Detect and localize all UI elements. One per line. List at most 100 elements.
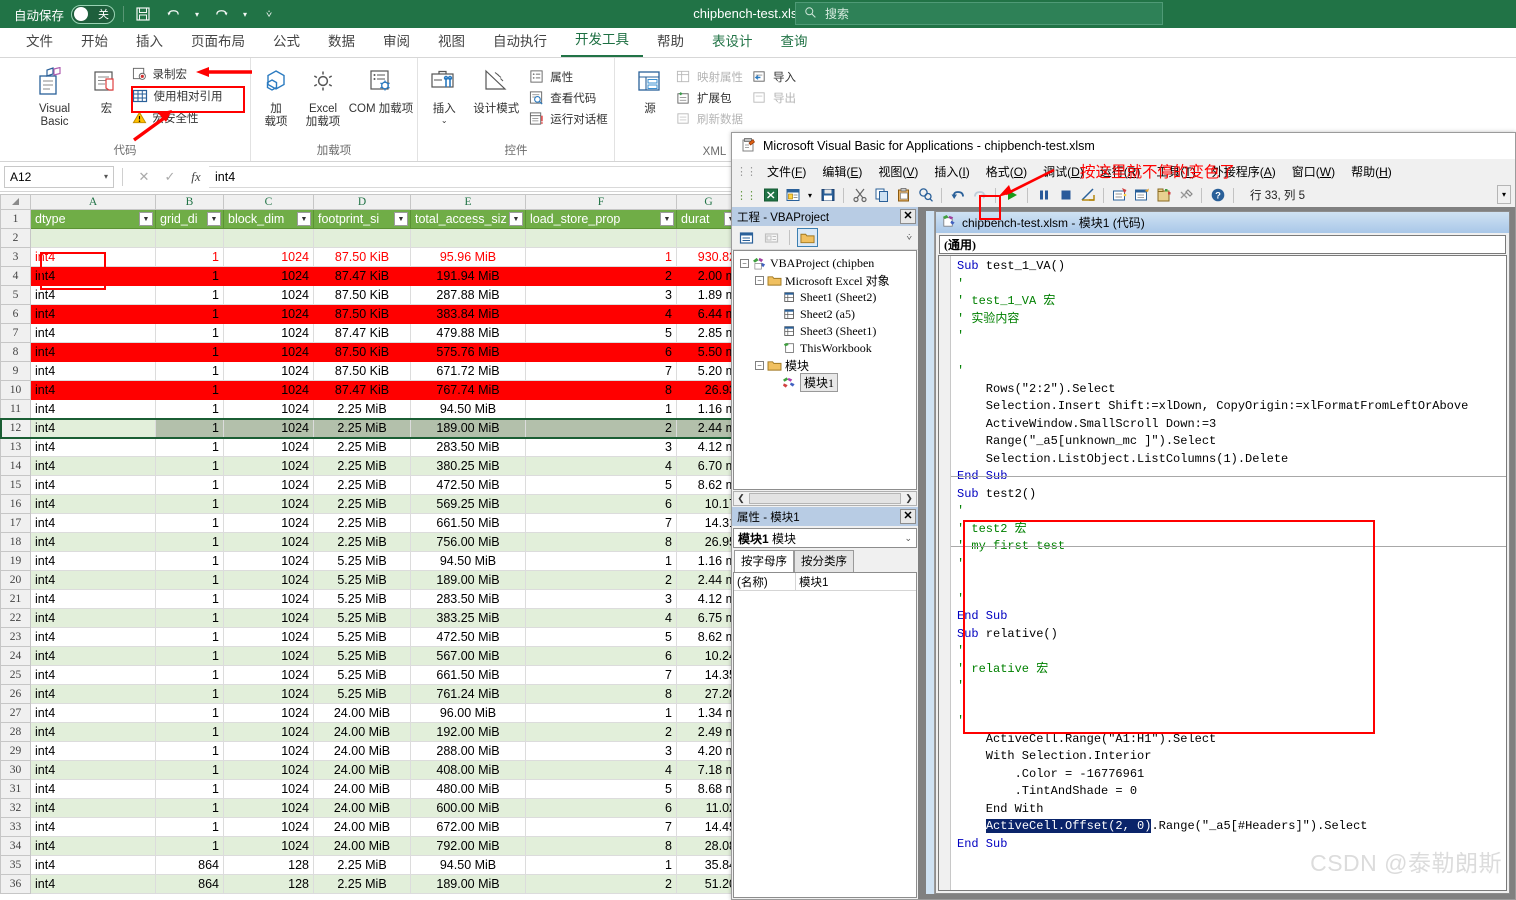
row-header-21[interactable]: 21 (0, 589, 31, 609)
table-row[interactable]: 17 int4 1 1024 2.25 MiB 661.50 MiB 7 14.31 (0, 513, 741, 533)
copy-icon[interactable] (872, 186, 891, 205)
cell[interactable]: 1 (155, 342, 224, 362)
table-row[interactable]: 34 int4 1 1024 24.00 MiB 792.00 MiB 8 28.08 (0, 836, 741, 856)
cell[interactable]: 1024 (223, 779, 314, 799)
cell[interactable] (410, 228, 526, 248)
cell[interactable]: int4 (30, 836, 156, 856)
cell[interactable]: 5 (525, 475, 677, 495)
filter-dropdown-icon[interactable]: ▼ (297, 212, 311, 226)
row-header-32[interactable]: 32 (0, 798, 31, 818)
cell[interactable]: 189.00 MiB (410, 874, 526, 894)
cell[interactable]: int4 (30, 437, 156, 457)
row-header-13[interactable]: 13 (0, 437, 31, 457)
name-box[interactable]: A12 ▾ (4, 165, 114, 188)
row-header-3[interactable]: 3 (0, 247, 31, 267)
cell[interactable]: 87.50 KiB (313, 247, 411, 267)
cell[interactable]: 1024 (223, 342, 314, 362)
cell[interactable]: 1024 (223, 532, 314, 552)
select-all-corner[interactable] (0, 194, 31, 210)
cell[interactable]: 287.88 MiB (410, 285, 526, 305)
project-tree-item-1[interactable]: − Microsoft Excel 对象 (736, 272, 914, 289)
save-icon[interactable] (818, 186, 837, 205)
cell[interactable]: 2.25 MiB (313, 418, 411, 438)
cell[interactable]: 5.25 MiB (313, 684, 411, 704)
save-icon[interactable] (132, 3, 154, 25)
cell[interactable]: int4 (30, 684, 156, 704)
row-header-16[interactable]: 16 (0, 494, 31, 514)
view-excel-icon[interactable] (761, 186, 780, 205)
table-row[interactable]: 32 int4 1 1024 24.00 MiB 600.00 MiB 6 11.02 (0, 798, 741, 818)
cell[interactable]: 87.47 KiB (313, 323, 411, 343)
autosave-switch[interactable]: 关 (71, 4, 116, 24)
cell[interactable]: int4 (30, 627, 156, 647)
row-header-15[interactable]: 15 (0, 475, 31, 495)
ribbon-tab-8[interactable]: 自动执行 (479, 26, 561, 57)
cell[interactable]: int4 (30, 589, 156, 609)
cell[interactable]: int4 (30, 703, 156, 723)
addins-button[interactable]: 加 载项 (254, 62, 298, 129)
cell[interactable]: 2.25 MiB (313, 399, 411, 419)
undo-icon[interactable] (948, 186, 967, 205)
row-header-7[interactable]: 7 (0, 323, 31, 343)
cell[interactable]: load_store_prop ▼ (525, 209, 677, 229)
cell[interactable]: 1 (155, 627, 224, 647)
cell[interactable]: 1 (525, 247, 677, 267)
table-row[interactable]: 9 int4 1 1024 87.50 KiB 671.72 MiB 7 5.20 m (0, 361, 741, 381)
cell[interactable]: 96.00 MiB (410, 703, 526, 723)
cell[interactable]: 767.74 MiB (410, 380, 526, 400)
cell[interactable]: 1 (155, 836, 224, 856)
confirm-icon[interactable]: ✓ (157, 169, 183, 185)
macro-button[interactable]: 宏 (88, 62, 126, 116)
ribbon-tab-5[interactable]: 数据 (314, 26, 369, 57)
cell[interactable]: 2.25 MiB (313, 513, 411, 533)
vba-menu-2[interactable]: 视图(V) (870, 160, 926, 183)
cell[interactable]: 2 (525, 570, 677, 590)
cell[interactable]: 1024 (223, 418, 314, 438)
property-row-0[interactable]: (名称) 模块1 (734, 573, 916, 591)
row-header-34[interactable]: 34 (0, 836, 31, 856)
undo-dropdown-icon[interactable]: ▾ (192, 3, 202, 25)
cell[interactable]: 1 (525, 551, 677, 571)
cell[interactable]: 5.25 MiB (313, 608, 411, 628)
cell[interactable]: 189.00 MiB (410, 418, 526, 438)
table-row[interactable]: 21 int4 1 1024 5.25 MiB 283.50 MiB 3 4.12 m (0, 589, 741, 609)
cell[interactable]: 569.25 MiB (410, 494, 526, 514)
cell[interactable]: int4 (30, 475, 156, 495)
row-header-11[interactable]: 11 (0, 399, 31, 419)
macro-security-button[interactable]: 宏安全性 (128, 108, 227, 127)
cell[interactable]: 87.50 KiB (313, 361, 411, 381)
properties-button[interactable]: 属性 (525, 67, 611, 86)
close-icon[interactable]: ✕ (900, 209, 916, 224)
cell[interactable]: 2.25 MiB (313, 456, 411, 476)
cell[interactable]: 24.00 MiB (313, 741, 411, 761)
cell[interactable]: 2.25 MiB (313, 855, 411, 875)
cell[interactable]: 1 (155, 532, 224, 552)
cell[interactable]: 2 (525, 722, 677, 742)
cell[interactable]: 1024 (223, 551, 314, 571)
table-row[interactable]: 10 int4 1 1024 87.47 KiB 767.74 MiB 8 26.93 (0, 380, 741, 400)
cell[interactable]: 24.00 MiB (313, 760, 411, 780)
vba-menu-7[interactable]: 工具(T) (1148, 160, 1203, 183)
cell[interactable]: 1 (155, 361, 224, 381)
filter-dropdown-icon[interactable]: ▼ (394, 212, 408, 226)
cell[interactable]: int4 (30, 798, 156, 818)
cell[interactable]: int4 (30, 323, 156, 343)
cancel-icon[interactable]: ✕ (131, 169, 157, 185)
scroll-right-icon[interactable]: ❯ (902, 493, 916, 504)
table-row[interactable]: 33 int4 1 1024 24.00 MiB 672.00 MiB 7 14.45 (0, 817, 741, 837)
cell[interactable]: 5.25 MiB (313, 551, 411, 571)
cell[interactable] (30, 228, 156, 248)
cell[interactable]: int4 (30, 304, 156, 324)
insert-control-button[interactable]: 插入 ⌄ (421, 62, 467, 125)
cell[interactable]: 3 (525, 589, 677, 609)
customize-quick-access-icon[interactable]: ⩒ (258, 3, 280, 25)
cell[interactable]: int4 (30, 513, 156, 533)
cell[interactable]: int4 (30, 665, 156, 685)
cell[interactable]: 189.00 MiB (410, 570, 526, 590)
cell[interactable]: 192.00 MiB (410, 722, 526, 742)
properties-object-select[interactable]: 模块1 模块 ⌄ (733, 528, 917, 548)
cell[interactable]: 1024 (223, 836, 314, 856)
toolbox-icon[interactable] (1176, 186, 1195, 205)
cell[interactable]: 1024 (223, 570, 314, 590)
cell[interactable]: 8 (525, 836, 677, 856)
